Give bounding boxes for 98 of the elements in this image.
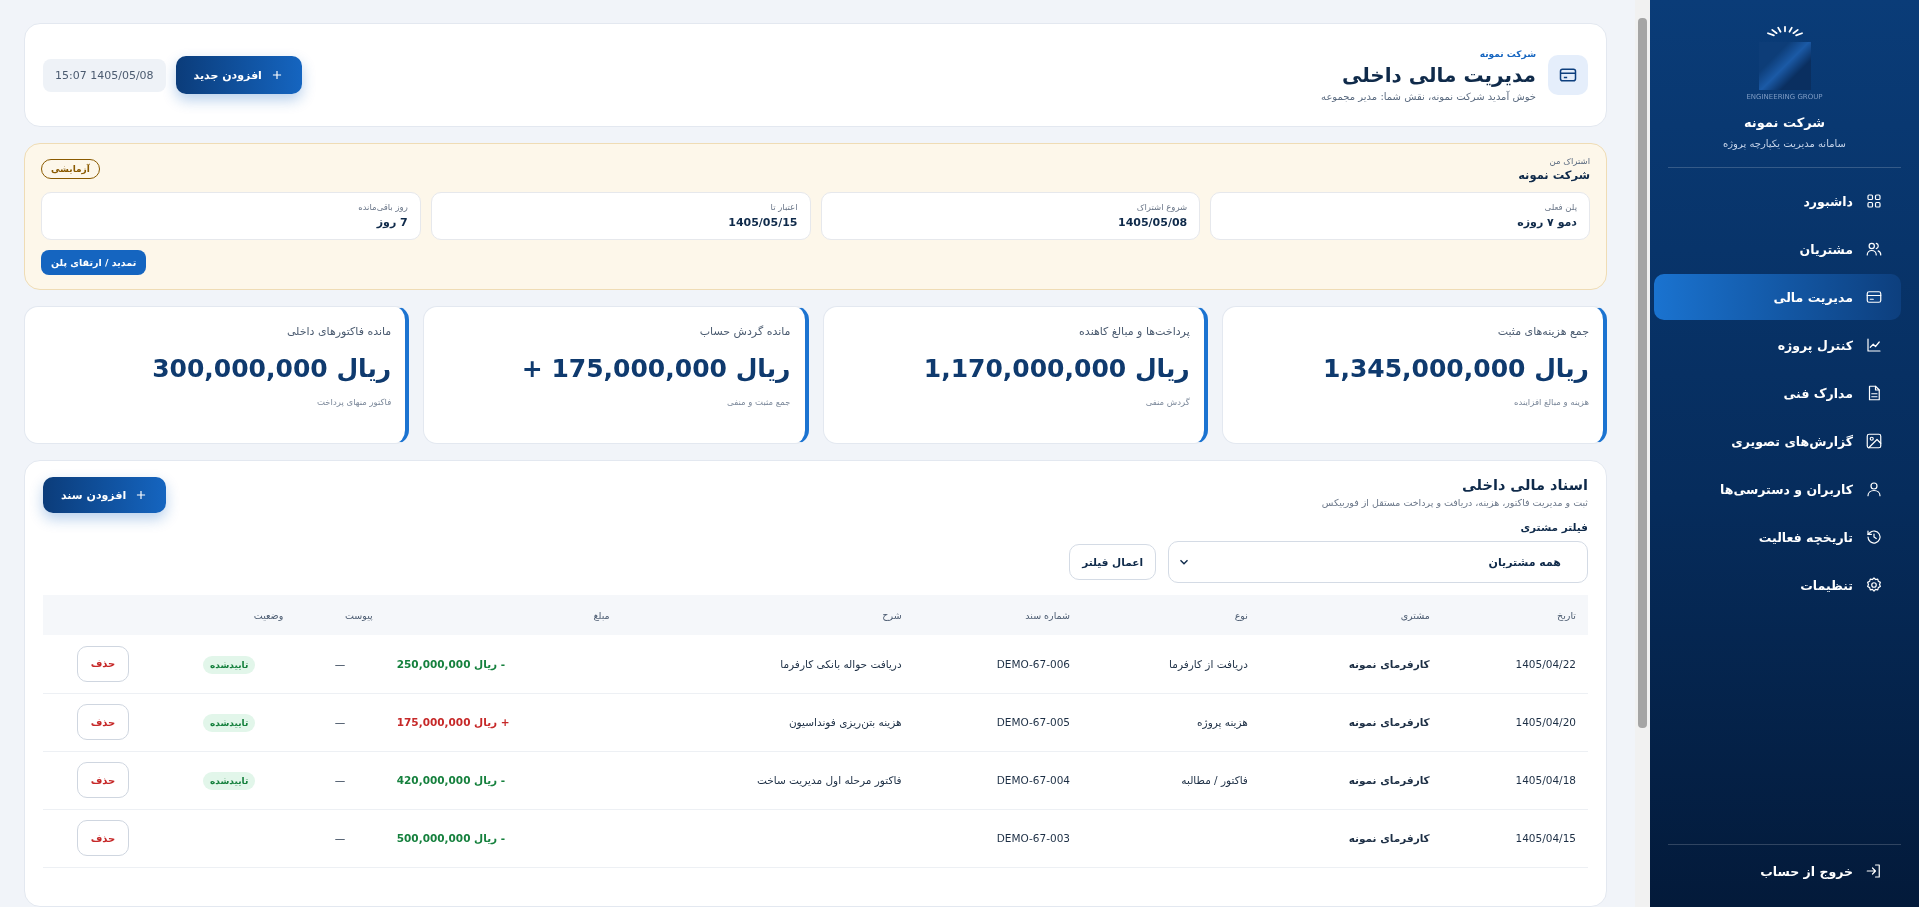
info-value: دمو ۷ روزه [1516, 216, 1577, 229]
info-label: روز باقی‌مانده [357, 202, 408, 212]
section-title: اسناد مالی داخلی [1460, 477, 1588, 493]
info-label: شروع اشتراک [1135, 202, 1188, 212]
history-icon [1865, 528, 1883, 546]
column-header: تاریخ [1441, 595, 1588, 635]
apply-filter-button[interactable]: اعمال فیلتر [1069, 544, 1156, 580]
document-number-cell: DEMO-67-005 [996, 716, 1071, 728]
info-value: 1405/05/15 [727, 216, 798, 229]
column-header: شرح [621, 595, 914, 635]
customer-select[interactable]: همه مشتریان [1168, 541, 1588, 583]
settings-icon [1865, 576, 1883, 594]
attachment-cell: — [334, 716, 346, 728]
stat-title: مانده فاکتورهای داخلی [285, 325, 392, 338]
status-badge: تاییدشده [202, 714, 256, 732]
image-icon [1865, 432, 1883, 450]
nav-item[interactable]: مدیریت مالی [1654, 274, 1901, 320]
column-header: شماره سند [913, 595, 1083, 635]
amount-cell: ریال 175,000,000 + [396, 716, 510, 728]
info-label: اعتبار تا [769, 202, 798, 212]
company-subtitle: سامانه مدیریت یکپارچه پروژه [1722, 138, 1847, 149]
stat-caption: فاکتور منهای پرداخت [316, 397, 392, 407]
column-header: مشتری [1259, 595, 1442, 635]
document-number-cell: DEMO-67-003 [996, 832, 1071, 844]
type-cell: هزینه پروژه [1197, 716, 1248, 728]
users-icon [1865, 240, 1883, 258]
type-cell: دریافت از کارفرما [1169, 657, 1248, 670]
attachment-cell: — [334, 832, 346, 844]
delete-button[interactable]: حذف [77, 820, 129, 856]
logout-link[interactable]: خروج از حساب [1668, 851, 1901, 891]
stat-title: جمع هزینه‌های مثبت [1496, 325, 1589, 338]
renew-plan-button[interactable]: تمدید / ارتقای پلن [41, 250, 147, 275]
stat-title: پرداخت‌ها و مبالغ کاهنده [1078, 325, 1190, 338]
info-value: 7 روز [375, 216, 408, 229]
column-header: پیوست [295, 595, 385, 635]
attachment-cell: — [334, 774, 346, 786]
page-title: مدیریت مالی داخلی [1340, 62, 1536, 87]
subscription-label: اشتراک من [1548, 156, 1590, 166]
amount-cell: ریال 500,000,000 - [396, 832, 506, 844]
stat-caption: هزینه و مبالغ افزاینده [1513, 397, 1589, 407]
stat-value: 1,170,000,000 ریال [922, 354, 1190, 383]
status-badge: تاییدشده [202, 655, 256, 674]
nav-item[interactable]: مشتریان [1668, 226, 1901, 272]
welcome-text: خوش آمدید شرکت نمونه، نقش شما: مدیر مجموعه [1321, 90, 1536, 102]
filter-label: فیلتر مشتری [1519, 521, 1588, 533]
delete-button[interactable]: حذف [77, 704, 129, 740]
nav-item[interactable]: داشبورد [1668, 178, 1901, 224]
nav-item[interactable]: مدارک فنی [1668, 370, 1901, 416]
date-cell: 1405/04/20 [1515, 716, 1576, 728]
date-cell: 1405/04/22 [1515, 657, 1576, 670]
delete-button[interactable]: حذف [77, 762, 129, 798]
stat-caption: گردش منفی [1144, 397, 1190, 407]
add-new-button[interactable]: افزودن جدید [175, 56, 302, 94]
customer-cell: کارفرمای نمونه [1348, 774, 1430, 786]
info-label: پلن فعلی [1543, 202, 1577, 212]
stat-value: + 175,000,000 ریال [520, 354, 791, 383]
customer-cell: کارفرمای نمونه [1348, 832, 1430, 844]
company-label: شرکت نمونه [1478, 48, 1536, 59]
customer-cell: کارفرمای نمونه [1348, 716, 1430, 728]
user-icon [1865, 480, 1883, 498]
company-name: شرکت نمونه [1742, 115, 1827, 130]
nav-item[interactable]: کنترل پروژه [1668, 322, 1901, 368]
chart-icon [1865, 336, 1883, 354]
logout-icon [1865, 862, 1883, 880]
stat-caption: جمع مثبت و منفی [726, 397, 791, 407]
nav-item[interactable]: گزارش‌های تصویری [1668, 418, 1901, 464]
status-badge: تاییدشده [202, 772, 256, 790]
card-icon [1865, 288, 1883, 306]
amount-cell: ریال 250,000,000 - [396, 657, 506, 670]
column-header: مبلغ [384, 595, 622, 635]
subscription-company: شرکت نمونه [1518, 168, 1590, 182]
scrollbar[interactable] [1635, 0, 1650, 907]
nav-item[interactable]: تنظیمات [1668, 562, 1901, 608]
description-cell: دریافت حواله بانکی کارفرما [780, 657, 902, 670]
amount-cell: ریال 420,000,000 - [396, 774, 506, 786]
description-cell: فاکتور مرحله اول مدیریت ساخت [756, 774, 902, 786]
grid-icon [1865, 192, 1883, 210]
add-document-button[interactable]: افزودن سند [43, 477, 167, 513]
date-cell: 1405/04/18 [1515, 774, 1576, 786]
stat-value: 1,345,000,000 ریال [1322, 354, 1589, 383]
date-time: 15:07 1405/05/08 [43, 58, 166, 92]
card-icon [1558, 65, 1578, 85]
nav-item[interactable]: تاریخچه فعالیت [1668, 514, 1901, 560]
column-header: نوع [1082, 595, 1260, 635]
customer-cell: کارفرمای نمونه [1348, 657, 1430, 670]
document-number-cell: DEMO-67-006 [996, 657, 1071, 670]
date-cell: 1405/04/15 [1515, 832, 1576, 844]
section-subtitle: ثبت و مدیریت فاکتور، هزینه، دریافت و پرداخت مستقل از فوربیکس [1321, 497, 1588, 508]
stat-title: مانده گردش حساب [698, 325, 791, 338]
nav-item[interactable]: کاربران و دسترسی‌ها [1668, 466, 1901, 512]
stat-value: 300,000,000 ریال [151, 354, 392, 383]
document-number-cell: DEMO-67-004 [996, 774, 1071, 786]
column-header: وضعیت [163, 595, 296, 635]
delete-button[interactable]: حذف [77, 645, 129, 682]
attachment-cell: — [334, 657, 346, 670]
type-cell: فاکتور / مطالبه [1181, 774, 1248, 786]
description-cell: هزینه بتن‌ریزی فونداسیون [788, 716, 902, 728]
info-value: 1405/05/08 [1117, 216, 1188, 229]
